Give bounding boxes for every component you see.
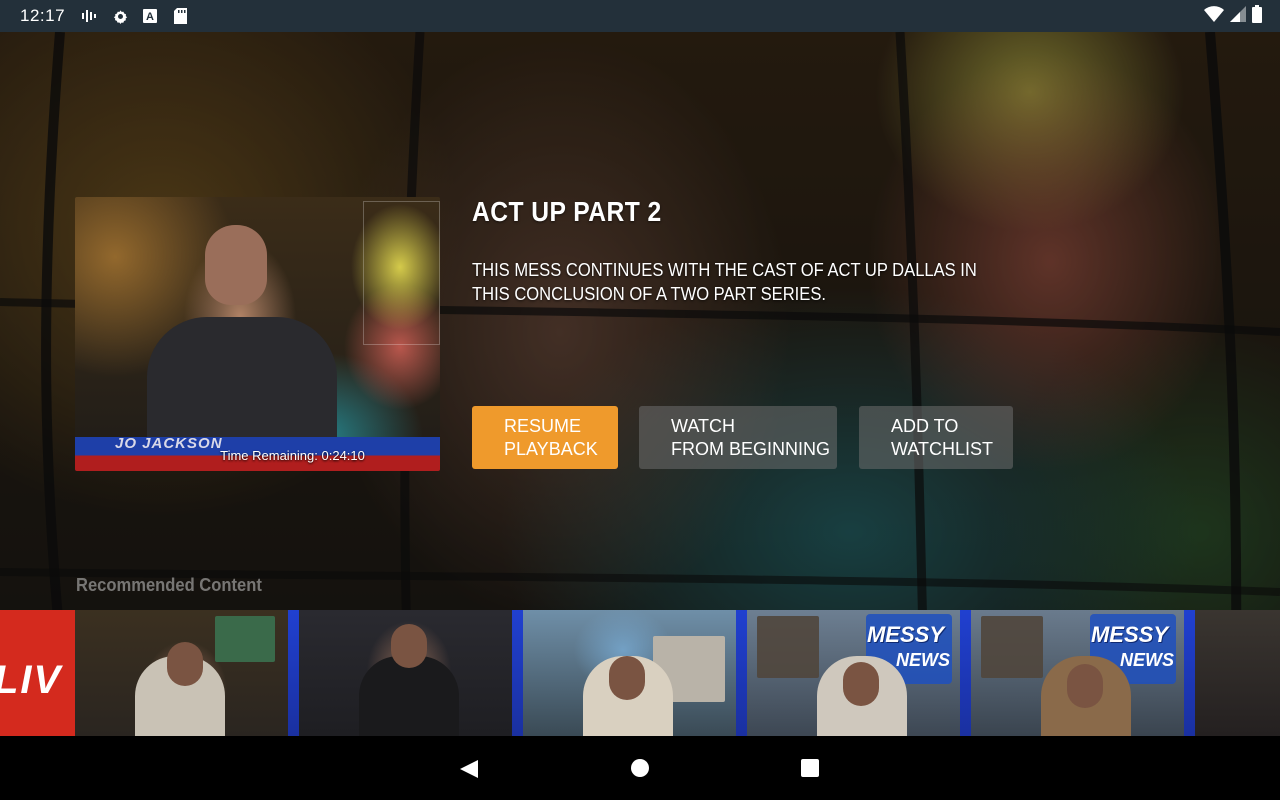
recommended-item[interactable]: [299, 610, 512, 736]
thumbnail-figure-head: [1067, 664, 1103, 708]
thumbnail-figure-head: [609, 656, 645, 700]
status-icons-left: A: [81, 7, 189, 25]
thumbnail-inset-frame: [757, 616, 819, 678]
recommended-item[interactable]: [523, 610, 736, 736]
live-banner-text: LIV: [0, 658, 63, 702]
wifi-icon: [1204, 6, 1224, 26]
recommended-row: LIV MESSY NEWS MESSY NEWS: [0, 610, 1280, 736]
row-divider: [512, 610, 523, 736]
gear-icon: [111, 7, 129, 25]
thumbnail-inset-frame: [981, 616, 1043, 678]
recommended-item[interactable]: [1195, 610, 1280, 736]
recommended-item[interactable]: [75, 610, 288, 736]
episode-description: THIS MESS CONTINUES WITH THE CAST OF ACT…: [472, 260, 977, 304]
thumbnail-figure-head: [205, 225, 267, 305]
a-badge-icon: A: [141, 7, 159, 25]
signal-bars-icon: [81, 7, 99, 25]
add-to-watchlist-button[interactable]: ADD TO WATCHLIST: [859, 406, 1013, 469]
watch-from-beginning-button[interactable]: WATCH FROM BEGINNING: [639, 406, 837, 469]
resume-playback-button[interactable]: RESUME PLAYBACK: [472, 406, 618, 469]
thumbnail-figure-head: [167, 642, 203, 686]
navigation-bar: [0, 736, 1280, 800]
now-playing-thumbnail[interactable]: JO JACKSON Time Remaining: 0:24:10: [75, 197, 440, 471]
home-icon[interactable]: [630, 758, 650, 782]
thumbnail-figure-head: [843, 662, 879, 706]
svg-text:A: A: [146, 11, 154, 23]
time-remaining: Time Remaining: 0:24:10: [220, 448, 365, 463]
news-logo-text: NEWS: [1120, 650, 1174, 670]
row-divider: [288, 610, 299, 736]
thumbnail-figure: [359, 656, 459, 736]
thumbnail-inset-frame: [363, 201, 440, 345]
thumbnail-figure-head: [391, 624, 427, 668]
status-icons-right: [1204, 0, 1262, 32]
status-bar: 12:17 A: [0, 0, 1280, 32]
row-divider: [736, 610, 747, 736]
recents-icon[interactable]: [800, 758, 820, 782]
row-divider: [1184, 610, 1195, 736]
recommended-heading: Recommended Content: [76, 575, 262, 595]
recommended-item[interactable]: MESSY NEWS: [747, 610, 960, 736]
back-icon[interactable]: [459, 759, 479, 783]
row-divider: [960, 610, 971, 736]
cell-signal-icon: [1230, 6, 1246, 26]
episode-title: ACT UP PART 2: [472, 196, 662, 227]
status-time: 12:17: [20, 6, 66, 25]
messy-logo-text: MESSY: [866, 622, 944, 647]
news-logo-text: NEWS: [896, 650, 950, 670]
sd-card-icon: [171, 7, 189, 25]
recommended-item[interactable]: MESSY NEWS: [971, 610, 1184, 736]
messy-logo-text: MESSY: [1090, 622, 1168, 647]
recommended-item[interactable]: LIV: [0, 610, 75, 736]
battery-icon: [1252, 5, 1262, 27]
thumbnail-inset-frame: [215, 616, 275, 662]
